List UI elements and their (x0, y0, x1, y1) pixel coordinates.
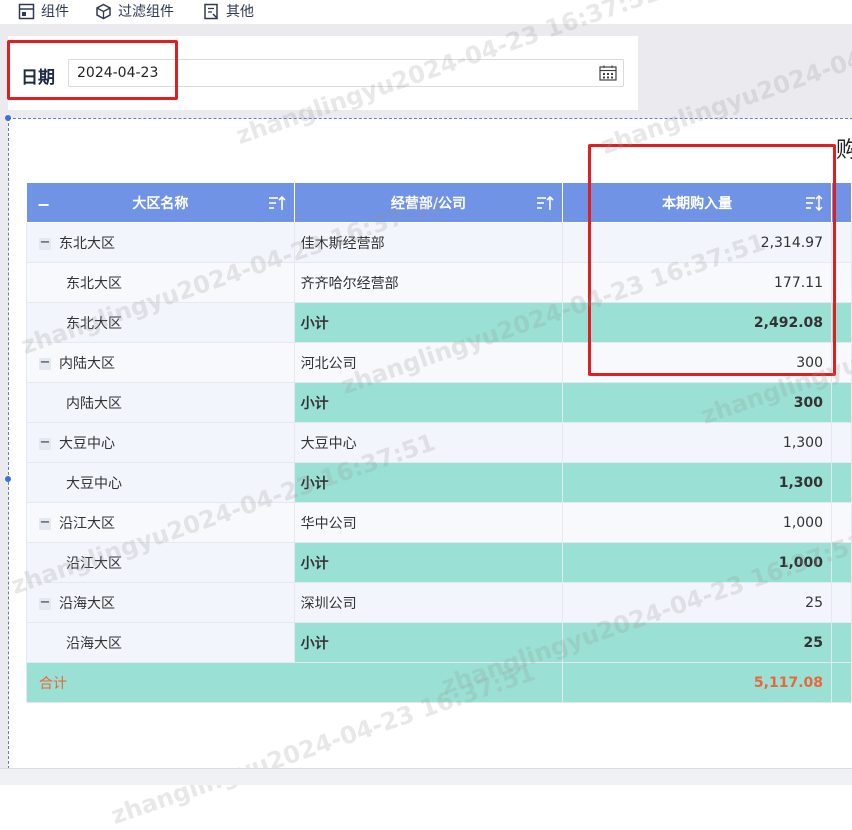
subtotal-label-cell: 小计 (293, 302, 564, 343)
region-label: 东北大区 (66, 315, 122, 332)
toolbar-component-button[interactable]: 组件 (18, 0, 69, 22)
sort-ascending-icon[interactable] (268, 195, 286, 211)
region-label: 沿海大区 (66, 635, 122, 652)
region-cell: 沿海大区 (26, 622, 295, 663)
region-label: 内陆大区 (66, 395, 122, 412)
extra-cell (831, 582, 852, 623)
dept-cell: 河北公司 (293, 342, 564, 383)
region-label: 内陆大区 (59, 355, 115, 372)
table-row: − 沿海大区 深圳公司 25 (26, 582, 852, 623)
subtotal-label-cell: 小计 (293, 462, 564, 503)
extra-cell (831, 422, 852, 463)
region-cell: 大豆中心 (26, 462, 295, 503)
column-header-label: 经营部/公司 (390, 195, 467, 212)
report-title: 购 (836, 138, 852, 163)
region-cell: 沿江大区 (26, 542, 295, 583)
collapse-icon[interactable]: − (39, 236, 51, 250)
region-label: 东北大区 (59, 235, 115, 252)
table-row: − 大豆中心 大豆中心 1,300 (26, 422, 852, 463)
subtotal-qty-cell: 1,300 (562, 462, 832, 503)
region-label: 沿江大区 (59, 515, 115, 532)
toolbar-other-button[interactable]: 其他 (203, 0, 254, 22)
subtotal-label-cell: 小计 (293, 382, 564, 423)
region-label: 大豆中心 (59, 435, 115, 452)
table-row: − 沿江大区 华中公司 1,000 (26, 502, 852, 543)
region-cell[interactable]: − 沿江大区 (26, 502, 295, 543)
region-cell: 东北大区 (26, 262, 295, 303)
grand-total-row: 合计 5,117.08 (25, 662, 852, 703)
bottom-status-bar (0, 768, 852, 785)
qty-cell: 1,300 (562, 422, 832, 463)
region-label: 东北大区 (66, 275, 122, 292)
extra-cell (831, 622, 852, 663)
region-label: 沿海大区 (59, 595, 115, 612)
component-icon (18, 3, 35, 19)
region-cell[interactable]: − 大豆中心 (26, 422, 295, 463)
region-label: 大豆中心 (66, 475, 122, 492)
toolbar-filter-button[interactable]: 过滤组件 (95, 0, 174, 22)
filter-cube-icon (96, 3, 111, 19)
resize-handle[interactable] (5, 476, 11, 482)
subtotal-qty-cell: 1,000 (562, 542, 832, 583)
dept-cell: 深圳公司 (293, 582, 564, 623)
dept-cell: 华中公司 (293, 502, 564, 543)
qty-cell: 1,000 (562, 502, 832, 543)
subtotal-qty-cell: 300 (562, 382, 832, 423)
collapse-icon[interactable]: − (39, 516, 51, 530)
region-cell[interactable]: − 内陆大区 (26, 342, 295, 383)
extra-cell (831, 462, 852, 503)
resize-handle[interactable] (5, 115, 11, 121)
toolbar-filter-label: 过滤组件 (118, 4, 174, 20)
extra-cell (831, 502, 852, 543)
dept-cell: 佳木斯经营部 (293, 222, 564, 263)
extra-cell (831, 662, 852, 703)
date-highlight-box (7, 40, 178, 100)
extra-cell (831, 542, 852, 583)
calendar-icon[interactable] (599, 65, 617, 81)
subtotal-label-cell: 小计 (293, 622, 564, 663)
total-label-cell: 合计 (25, 662, 564, 703)
region-cell[interactable]: − 沿海大区 (26, 582, 295, 623)
extra-cell (831, 382, 852, 423)
collapse-icon[interactable]: − (39, 436, 51, 450)
subtotal-label-cell: 小计 (293, 542, 564, 583)
top-toolbar: 组件 过滤组件 其他 (0, 0, 852, 24)
subtotal-row: 沿海大区 小计 25 (26, 622, 852, 663)
collapse-all-icon[interactable]: − (37, 195, 50, 214)
region-cell: 内陆大区 (26, 382, 295, 423)
subtotal-row: 沿江大区 小计 1,000 (26, 542, 852, 583)
subtotal-row: 大豆中心 小计 1,300 (26, 462, 852, 503)
column-header-label: 大区名称 (132, 195, 189, 212)
sort-ascending-icon[interactable] (536, 195, 554, 211)
qty-cell: 25 (562, 582, 832, 623)
dept-cell: 大豆中心 (293, 422, 564, 463)
subtotal-row: 内陆大区 小计 300 (26, 382, 852, 423)
collapse-icon[interactable]: − (39, 356, 51, 370)
region-cell[interactable]: − 东北大区 (26, 222, 295, 263)
qty-highlight-box (588, 144, 836, 376)
collapse-icon[interactable]: − (39, 596, 51, 610)
toolbar-component-label: 组件 (41, 4, 69, 20)
dept-cell: 齐齐哈尔经营部 (293, 262, 564, 303)
other-doc-icon (204, 3, 218, 19)
total-qty-cell: 5,117.08 (562, 662, 832, 703)
toolbar-other-label: 其他 (226, 4, 254, 20)
region-label: 沿江大区 (66, 555, 122, 572)
region-cell: 东北大区 (26, 302, 295, 343)
column-header-region[interactable]: − 大区名称 (26, 182, 295, 223)
column-header-dept[interactable]: 经营部/公司 (293, 182, 564, 223)
subtotal-qty-cell: 25 (562, 622, 832, 663)
